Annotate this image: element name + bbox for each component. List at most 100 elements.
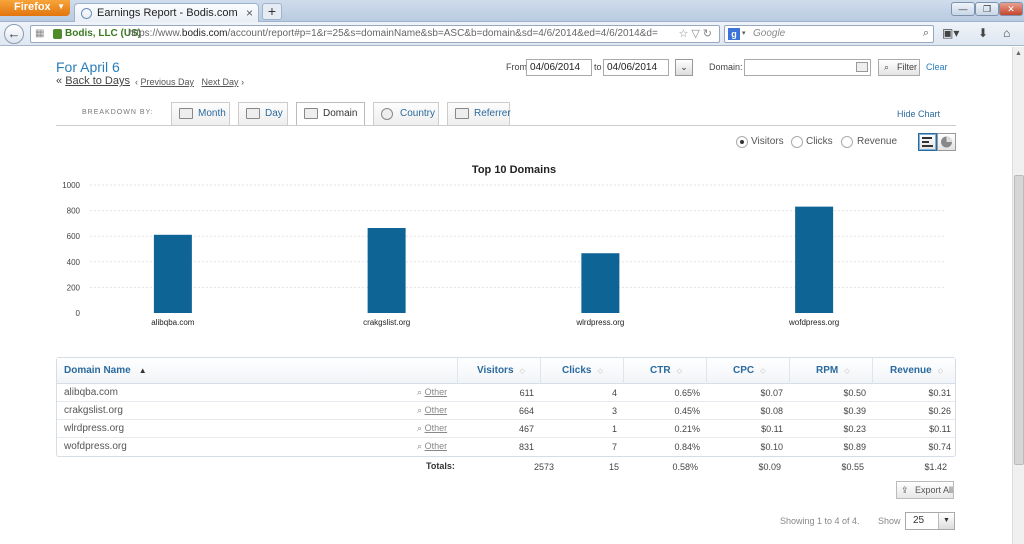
sort-icon: ◇ xyxy=(519,368,525,375)
cell-cpc: $0.10 xyxy=(760,442,783,452)
url-bar[interactable]: ▦ Bodis, LLC (US) https://www.bodis.com/… xyxy=(30,25,720,43)
domain-label: Domain: xyxy=(709,62,743,72)
y-tick-label: 1000 xyxy=(62,181,80,190)
from-date-input[interactable]: 04/06/2014 xyxy=(526,59,592,76)
to-date-input[interactable]: 04/06/2014 xyxy=(603,59,669,76)
to-label: to xyxy=(594,62,602,72)
back-button[interactable]: ← xyxy=(4,24,24,44)
domain-name: wlrdpress.org xyxy=(64,423,125,434)
y-tick-label: 0 xyxy=(76,309,81,318)
back-to-days[interactable]: « Back to Days xyxy=(56,75,130,87)
bookmarks-icon[interactable]: ▣▾ xyxy=(942,26,959,40)
next-day-link[interactable]: Next Day xyxy=(202,77,239,87)
search-input[interactable]: Google xyxy=(753,28,785,39)
bar[interactable] xyxy=(367,228,406,313)
x-tick-label: alibqba.com xyxy=(151,318,194,327)
cell-clicks: 3 xyxy=(611,406,617,416)
search-icon: ⌕ xyxy=(417,423,423,433)
radio-clicks[interactable] xyxy=(791,136,803,148)
bar-chart-toggle[interactable] xyxy=(918,133,937,151)
radio-revenue-label[interactable]: Revenue xyxy=(857,136,897,147)
date-range-dropdown[interactable]: ⌄ xyxy=(675,59,693,76)
sort-icon: ◇ xyxy=(597,368,603,375)
tab-day[interactable]: Day xyxy=(238,102,288,125)
cell-ctr: 0.21% xyxy=(674,424,700,434)
cell-revenue: $0.11 xyxy=(929,424,951,434)
clear-link[interactable]: Clear xyxy=(926,62,948,72)
col-clicks[interactable]: Clicks ◇ xyxy=(540,358,623,384)
radio-revenue[interactable] xyxy=(841,136,853,148)
domain-name: alibqba.com xyxy=(64,387,118,398)
download-icon[interactable]: ⬇ xyxy=(978,26,988,40)
sort-icon: ◇ xyxy=(676,368,682,375)
url-text[interactable]: https://www.bodis.com/account/report#p=1… xyxy=(128,28,658,39)
firefox-menu-button[interactable]: Firefox ▼ xyxy=(0,0,70,16)
table-row: alibqba.com ⌕ Other 611 4 0.65% $0.07 $0.50 $0.… xyxy=(57,384,955,402)
filter-button[interactable]: ⌕ Filter xyxy=(878,59,920,76)
new-tab-button[interactable]: + xyxy=(262,3,282,20)
bar[interactable] xyxy=(795,206,834,313)
bar[interactable] xyxy=(153,234,192,313)
other-link[interactable]: ⌕ Other xyxy=(417,441,447,452)
browser-tab[interactable]: Earnings Report - Bodis.com × xyxy=(74,3,259,22)
cell-rpm: $0.89 xyxy=(843,442,866,452)
search-bar[interactable]: g ▾ Google ⌕ xyxy=(724,25,934,43)
col-visitors[interactable]: Visitors ◇ xyxy=(457,358,540,384)
tab-referrer[interactable]: Referrer xyxy=(447,102,511,125)
other-link[interactable]: ⌕ Other xyxy=(417,405,447,416)
search-icon[interactable]: ⌕ xyxy=(923,27,929,40)
page-size-select[interactable]: 25 ▼ xyxy=(905,512,955,530)
tab-title: Earnings Report - Bodis.com xyxy=(97,7,238,19)
close-window-button[interactable]: ✕ xyxy=(999,2,1023,16)
col-domain-name[interactable]: Domain Name ▲ xyxy=(57,358,457,384)
col-rpm[interactable]: RPM ◇ xyxy=(789,358,872,384)
cell-cpc: $0.08 xyxy=(760,406,783,416)
sort-up-icon: ▲ xyxy=(138,366,147,375)
tab-domain[interactable]: Domain xyxy=(296,102,365,126)
scroll-thumb[interactable] xyxy=(1014,175,1024,465)
back-to-days-link[interactable]: Back to Days xyxy=(65,75,130,87)
redirect-arrow-icon xyxy=(455,108,469,119)
caret-down-icon: ▼ xyxy=(57,2,65,11)
pie-chart-toggle[interactable] xyxy=(937,133,956,151)
tab-month[interactable]: Month xyxy=(171,102,230,125)
sort-icon: ◇ xyxy=(937,368,944,375)
home-icon[interactable]: ⌂ xyxy=(1003,26,1010,40)
close-tab-icon[interactable]: × xyxy=(246,6,253,20)
search-icon: ⌕ xyxy=(417,405,423,415)
previous-day-link[interactable]: Previous Day xyxy=(141,77,195,87)
minimize-button[interactable]: — xyxy=(951,2,975,16)
page-scrollbar[interactable]: ▲ xyxy=(1012,47,1024,544)
radio-clicks-label[interactable]: Clicks xyxy=(806,136,833,147)
cell-visitors: 831 xyxy=(518,442,534,452)
y-tick-label: 400 xyxy=(67,258,81,267)
cell-ctr: 0.65% xyxy=(674,388,700,398)
top-domains-chart: 0 200 400 600 800 1000 alibqba.com crakgslist.o… xyxy=(62,181,945,327)
radio-visitors[interactable] xyxy=(736,136,748,148)
hide-chart-link[interactable]: Hide Chart xyxy=(897,109,940,119)
chevron-down-icon[interactable]: ▼ xyxy=(938,513,954,529)
x-tick-label: wlrdpress.org xyxy=(575,318,624,327)
x-tick-label: crakgslist.org xyxy=(363,318,410,327)
table-header: Domain Name ▲ Visitors ◇ Clicks ◇ CTR ◇ CPC ◇… xyxy=(57,358,955,384)
google-icon[interactable]: g xyxy=(728,28,740,40)
navigation-bar: ← ▦ Bodis, LLC (US) https://www.bodis.co… xyxy=(0,22,1024,46)
table-row: crakgslist.org ⌕ Other 664 3 0.45% $0.08 $0.39… xyxy=(57,402,955,420)
tab-country[interactable]: Country xyxy=(373,102,439,125)
other-link[interactable]: ⌕ Other xyxy=(417,423,447,434)
col-ctr[interactable]: CTR ◇ xyxy=(623,358,706,384)
other-link[interactable]: ⌕ Other xyxy=(417,387,447,398)
col-cpc[interactable]: CPC ◇ xyxy=(706,358,789,384)
domain-filter-input[interactable] xyxy=(744,59,871,76)
export-all-button[interactable]: ⇪ Export All xyxy=(896,481,954,499)
scroll-up-icon[interactable]: ▲ xyxy=(1015,50,1022,57)
bookmark-star-icon[interactable]: ☆▽↻ xyxy=(678,27,715,40)
search-icon: ⌕ xyxy=(884,62,890,72)
restore-button[interactable]: ❐ xyxy=(975,2,999,16)
cell-visitors: 467 xyxy=(518,424,534,434)
col-revenue[interactable]: Revenue ◇ xyxy=(872,358,957,384)
bar[interactable] xyxy=(581,253,620,313)
radio-visitors-label[interactable]: Visitors xyxy=(751,136,784,147)
domain-picker-icon[interactable] xyxy=(856,62,868,72)
cell-ctr: 0.84% xyxy=(674,442,700,452)
